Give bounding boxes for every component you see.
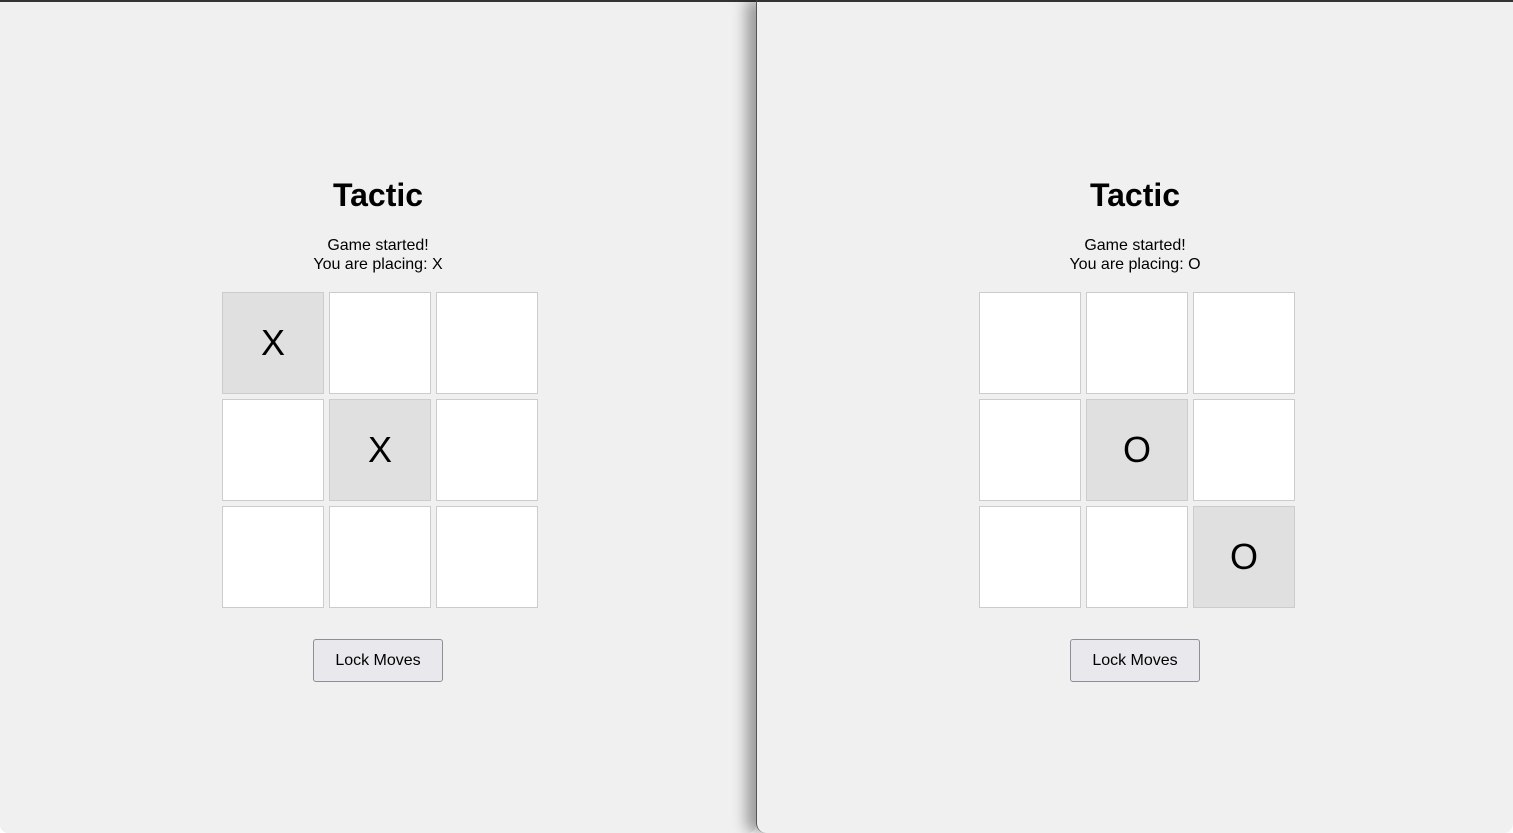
board-cell-6[interactable] bbox=[222, 506, 324, 608]
board-cell-2[interactable] bbox=[1193, 292, 1295, 394]
board-cell-3[interactable] bbox=[222, 399, 324, 501]
page-title: Tactic bbox=[332, 177, 424, 213]
board-cell-8[interactable]: O bbox=[1193, 506, 1295, 608]
lock-moves-button[interactable]: Lock Moves bbox=[1070, 639, 1200, 682]
board-cell-0[interactable] bbox=[979, 292, 1081, 394]
board-cell-5[interactable] bbox=[436, 399, 538, 501]
status-message: Game started! You are placing: O bbox=[757, 236, 1513, 274]
status-placing-symbol: You are placing: X bbox=[313, 256, 443, 273]
board-cell-5[interactable] bbox=[1193, 399, 1295, 501]
board-cell-1[interactable] bbox=[1086, 292, 1188, 394]
game-board: X X bbox=[222, 292, 538, 608]
board-cell-4[interactable]: O bbox=[1086, 399, 1188, 501]
board-cell-0[interactable]: X bbox=[222, 292, 324, 394]
game-board: O O bbox=[979, 292, 1295, 608]
board-cell-6[interactable] bbox=[979, 506, 1081, 608]
player-o-window: Tactic Game started! You are placing: O … bbox=[756, 0, 1513, 833]
screen: Tactic Game started! You are placing: X … bbox=[0, 0, 1513, 833]
board-cell-3[interactable] bbox=[979, 399, 1081, 501]
board-cell-8[interactable] bbox=[436, 506, 538, 608]
board-cell-1[interactable] bbox=[329, 292, 431, 394]
board-cell-7[interactable] bbox=[1086, 506, 1188, 608]
status-message: Game started! You are placing: X bbox=[0, 236, 756, 274]
lock-moves-button[interactable]: Lock Moves bbox=[313, 639, 443, 682]
player-x-window: Tactic Game started! You are placing: X … bbox=[0, 0, 756, 833]
status-game-started: Game started! bbox=[1084, 237, 1186, 254]
status-placing-symbol: You are placing: O bbox=[1069, 256, 1201, 273]
board-cell-4[interactable]: X bbox=[329, 399, 431, 501]
status-game-started: Game started! bbox=[327, 237, 429, 254]
board-cell-7[interactable] bbox=[329, 506, 431, 608]
page-title: Tactic bbox=[1089, 177, 1181, 213]
board-cell-2[interactable] bbox=[436, 292, 538, 394]
